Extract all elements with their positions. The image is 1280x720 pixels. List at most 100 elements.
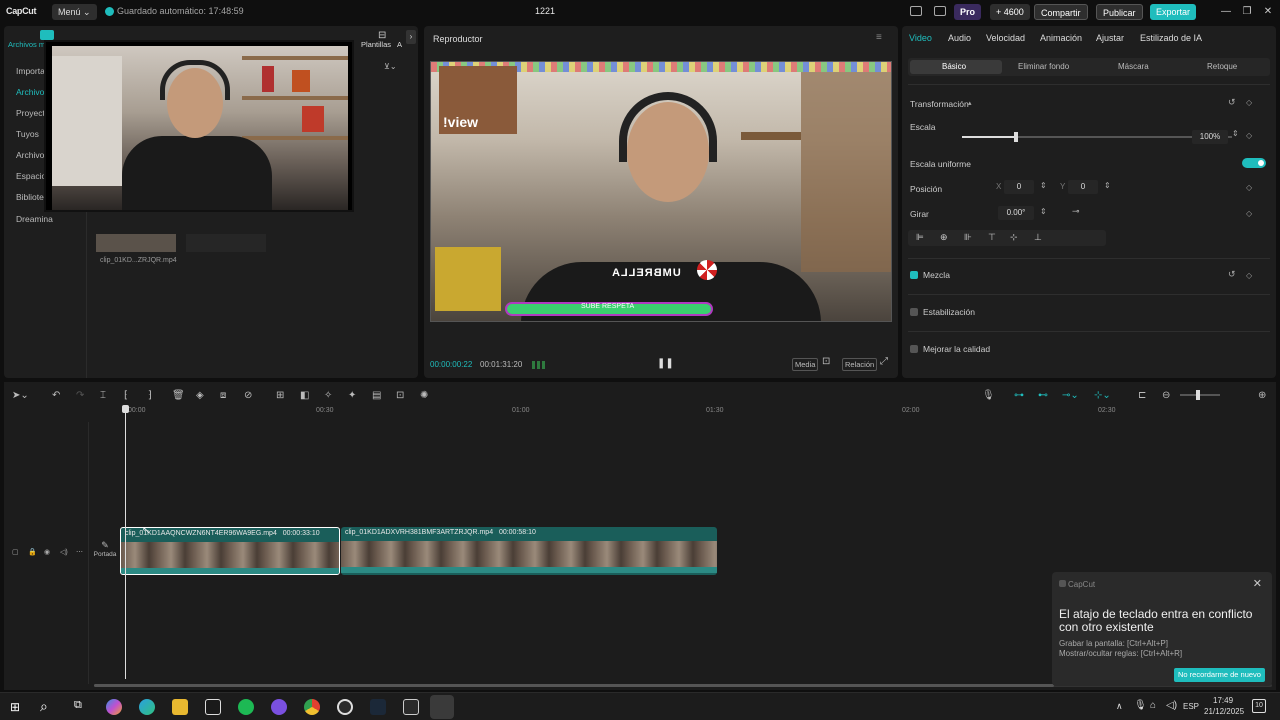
transform-label[interactable]: Transformación — [910, 99, 969, 109]
chevron-up-icon[interactable]: ▴ — [968, 99, 972, 107]
sidebar-item-space[interactable]: Espacio — [16, 171, 46, 181]
rotate-input[interactable]: 0.00° — [998, 206, 1034, 220]
preview-axis-icon[interactable]: ⊸⌄ — [1062, 390, 1079, 401]
menu-button[interactable]: Menú ⌄ — [52, 4, 97, 20]
subtab-basic[interactable]: Básico — [942, 62, 966, 71]
eye-icon[interactable]: ◉ — [44, 548, 50, 556]
notifications-icon[interactable]: 10 — [1252, 699, 1266, 713]
obs-icon[interactable] — [337, 699, 353, 715]
reset-icon[interactable]: ↺ — [1228, 269, 1236, 280]
sidebar-item-files[interactable]: Archivo — [16, 87, 44, 97]
track-icon[interactable]: ⊹⌄ — [1094, 390, 1111, 401]
timeline-scrollbar-thumb[interactable] — [94, 684, 1054, 687]
chevron-up-icon[interactable]: ∧ — [1116, 701, 1123, 712]
timeline-clip[interactable]: clip_01KD1ADXVRH381BMF3ARTZRJQR.mp4 00:0… — [341, 527, 717, 575]
player-menu-icon[interactable]: ≡ — [876, 32, 882, 43]
subtab-remove-bg[interactable]: Eliminar fondo — [1018, 62, 1069, 71]
share-button[interactable]: Compartir — [1034, 4, 1088, 20]
media-button[interactable]: Media — [792, 358, 819, 371]
sidebar-item-archive[interactable]: Archivo — [16, 150, 44, 160]
delete-icon[interactable]: 🗑 — [172, 390, 185, 401]
timeline-clip[interactable]: clip_01KD1AAQNCWZN6NT4ER96WA9EG.mp4 00:0… — [120, 527, 340, 575]
marker-icon[interactable]: ◈ — [196, 390, 204, 401]
ratio-button[interactable]: Relación — [842, 358, 878, 371]
align-top-icon[interactable]: ⊤ — [988, 232, 996, 243]
search-icon[interactable]: ⌕ — [40, 698, 48, 715]
keyframe-icon[interactable]: ◇ — [1246, 209, 1252, 218]
lock-icon[interactable]: 🔒 — [28, 548, 37, 556]
sidebar-item-library[interactable]: Bibliote — [16, 192, 44, 202]
media-thumbnail[interactable] — [96, 234, 176, 252]
stabilize-checkbox[interactable] — [910, 308, 918, 316]
steam-icon[interactable] — [370, 699, 386, 715]
mirror-icon[interactable]: ◧ — [300, 390, 309, 401]
track-lock-frame-icon[interactable]: ▢ — [12, 548, 19, 556]
dont-remind-button[interactable]: No recordarme de nuevo — [1174, 668, 1265, 682]
capcut-active-icon[interactable] — [430, 695, 454, 719]
fit-icon[interactable]: ⊡ — [822, 356, 830, 367]
copilot-icon[interactable] — [106, 699, 122, 715]
stepper-icon[interactable]: ⇕ — [1104, 181, 1111, 190]
scale-slider-handle[interactable] — [1014, 132, 1018, 142]
pos-y-input[interactable]: 0 — [1068, 180, 1098, 194]
language-indicator[interactable]: ESP — [1183, 702, 1199, 711]
keyframe-icon[interactable]: ◇ — [1246, 271, 1252, 280]
split-icon[interactable]: ⌶ — [100, 390, 106, 401]
sidebar-item-yours[interactable]: Tuyos — [16, 129, 39, 139]
keyframe-icon[interactable]: ◇ — [1246, 183, 1252, 192]
capcut-taskbar-icon[interactable] — [205, 699, 221, 715]
discord-icon[interactable] — [271, 699, 287, 715]
quality-label[interactable]: Mejorar la calidad — [923, 344, 990, 354]
minimize-icon[interactable]: — — [1219, 6, 1233, 17]
close-icon[interactable]: ✕ — [1253, 577, 1262, 590]
align-center-icon[interactable]: ⊕ — [940, 232, 948, 243]
subtab-mask[interactable]: Máscara — [1118, 62, 1149, 71]
filter-icon[interactable]: ⊻⌄ — [384, 62, 397, 71]
subtitle-icon[interactable]: ▤ — [372, 390, 381, 401]
project-title[interactable]: 1221 — [520, 6, 570, 16]
templates-icon[interactable]: ⊟ — [378, 30, 386, 41]
align-left-icon[interactable]: ⊫ — [916, 232, 924, 243]
network-icon[interactable]: ⌂ — [1150, 700, 1156, 711]
spotify-icon[interactable] — [238, 699, 254, 715]
subtab-retouch[interactable]: Retoque — [1207, 62, 1237, 71]
tab-adjust[interactable]: Ajustar — [1096, 33, 1124, 43]
align-bottom-icon[interactable]: ⊥ — [1034, 232, 1042, 243]
align-middle-icon[interactable]: ⊹ — [1010, 232, 1018, 243]
keyframe-icon[interactable]: ◇ — [1246, 98, 1252, 107]
scale-input[interactable]: 100% — [1192, 130, 1228, 144]
zoom-slider-handle[interactable] — [1196, 390, 1200, 400]
credits-button[interactable]: + 4600 — [990, 4, 1030, 20]
cover-button[interactable]: ✎ Portada — [92, 540, 118, 566]
blend-label[interactable]: Mezcla — [923, 270, 950, 280]
speaker-icon[interactable]: ◁) — [60, 548, 68, 556]
more-tab[interactable]: A — [397, 40, 402, 49]
tab-speed[interactable]: Velocidad — [986, 33, 1025, 43]
file-explorer-icon[interactable] — [172, 699, 188, 715]
split-right-icon[interactable]: ⁆ — [148, 390, 152, 401]
tab-ai-style[interactable]: Estilizado de IA — [1140, 33, 1202, 43]
quality-checkbox[interactable] — [910, 345, 918, 353]
more-icon[interactable]: ⋯ — [76, 548, 83, 556]
tab-audio[interactable]: Audio — [948, 33, 971, 43]
ai-icon[interactable]: ✧ — [324, 390, 332, 401]
edge-icon[interactable] — [139, 699, 155, 715]
uniform-scale-toggle[interactable] — [1242, 158, 1266, 168]
caption-icon[interactable]: ⊏ — [1138, 390, 1146, 401]
stepper-icon[interactable]: ⇕ — [1040, 181, 1047, 190]
playhead[interactable] — [125, 409, 126, 679]
rotate-dial-icon[interactable]: ⊸ — [1072, 206, 1080, 217]
publish-button[interactable]: Publicar — [1096, 4, 1143, 20]
select-tool-icon[interactable]: ➤⌄ — [12, 390, 29, 401]
pause-icon[interactable]: ❚❚ — [657, 358, 674, 369]
templates-tab[interactable]: Plantillas — [361, 40, 391, 49]
zoom-fit-icon[interactable]: ⊕ — [1258, 390, 1266, 401]
redo-icon[interactable]: ↷ — [76, 390, 84, 401]
align-right-icon[interactable]: ⊪ — [964, 232, 972, 243]
clock-time[interactable]: 17:49 — [1213, 696, 1233, 705]
close-icon[interactable]: ✕ — [1261, 6, 1275, 17]
sidebar-item-import[interactable]: Importa — [16, 66, 45, 76]
chevron-right-icon[interactable]: › — [406, 30, 416, 44]
maximize-icon[interactable]: ❐ — [1240, 6, 1254, 17]
undo-icon[interactable]: ↶ — [52, 390, 60, 401]
